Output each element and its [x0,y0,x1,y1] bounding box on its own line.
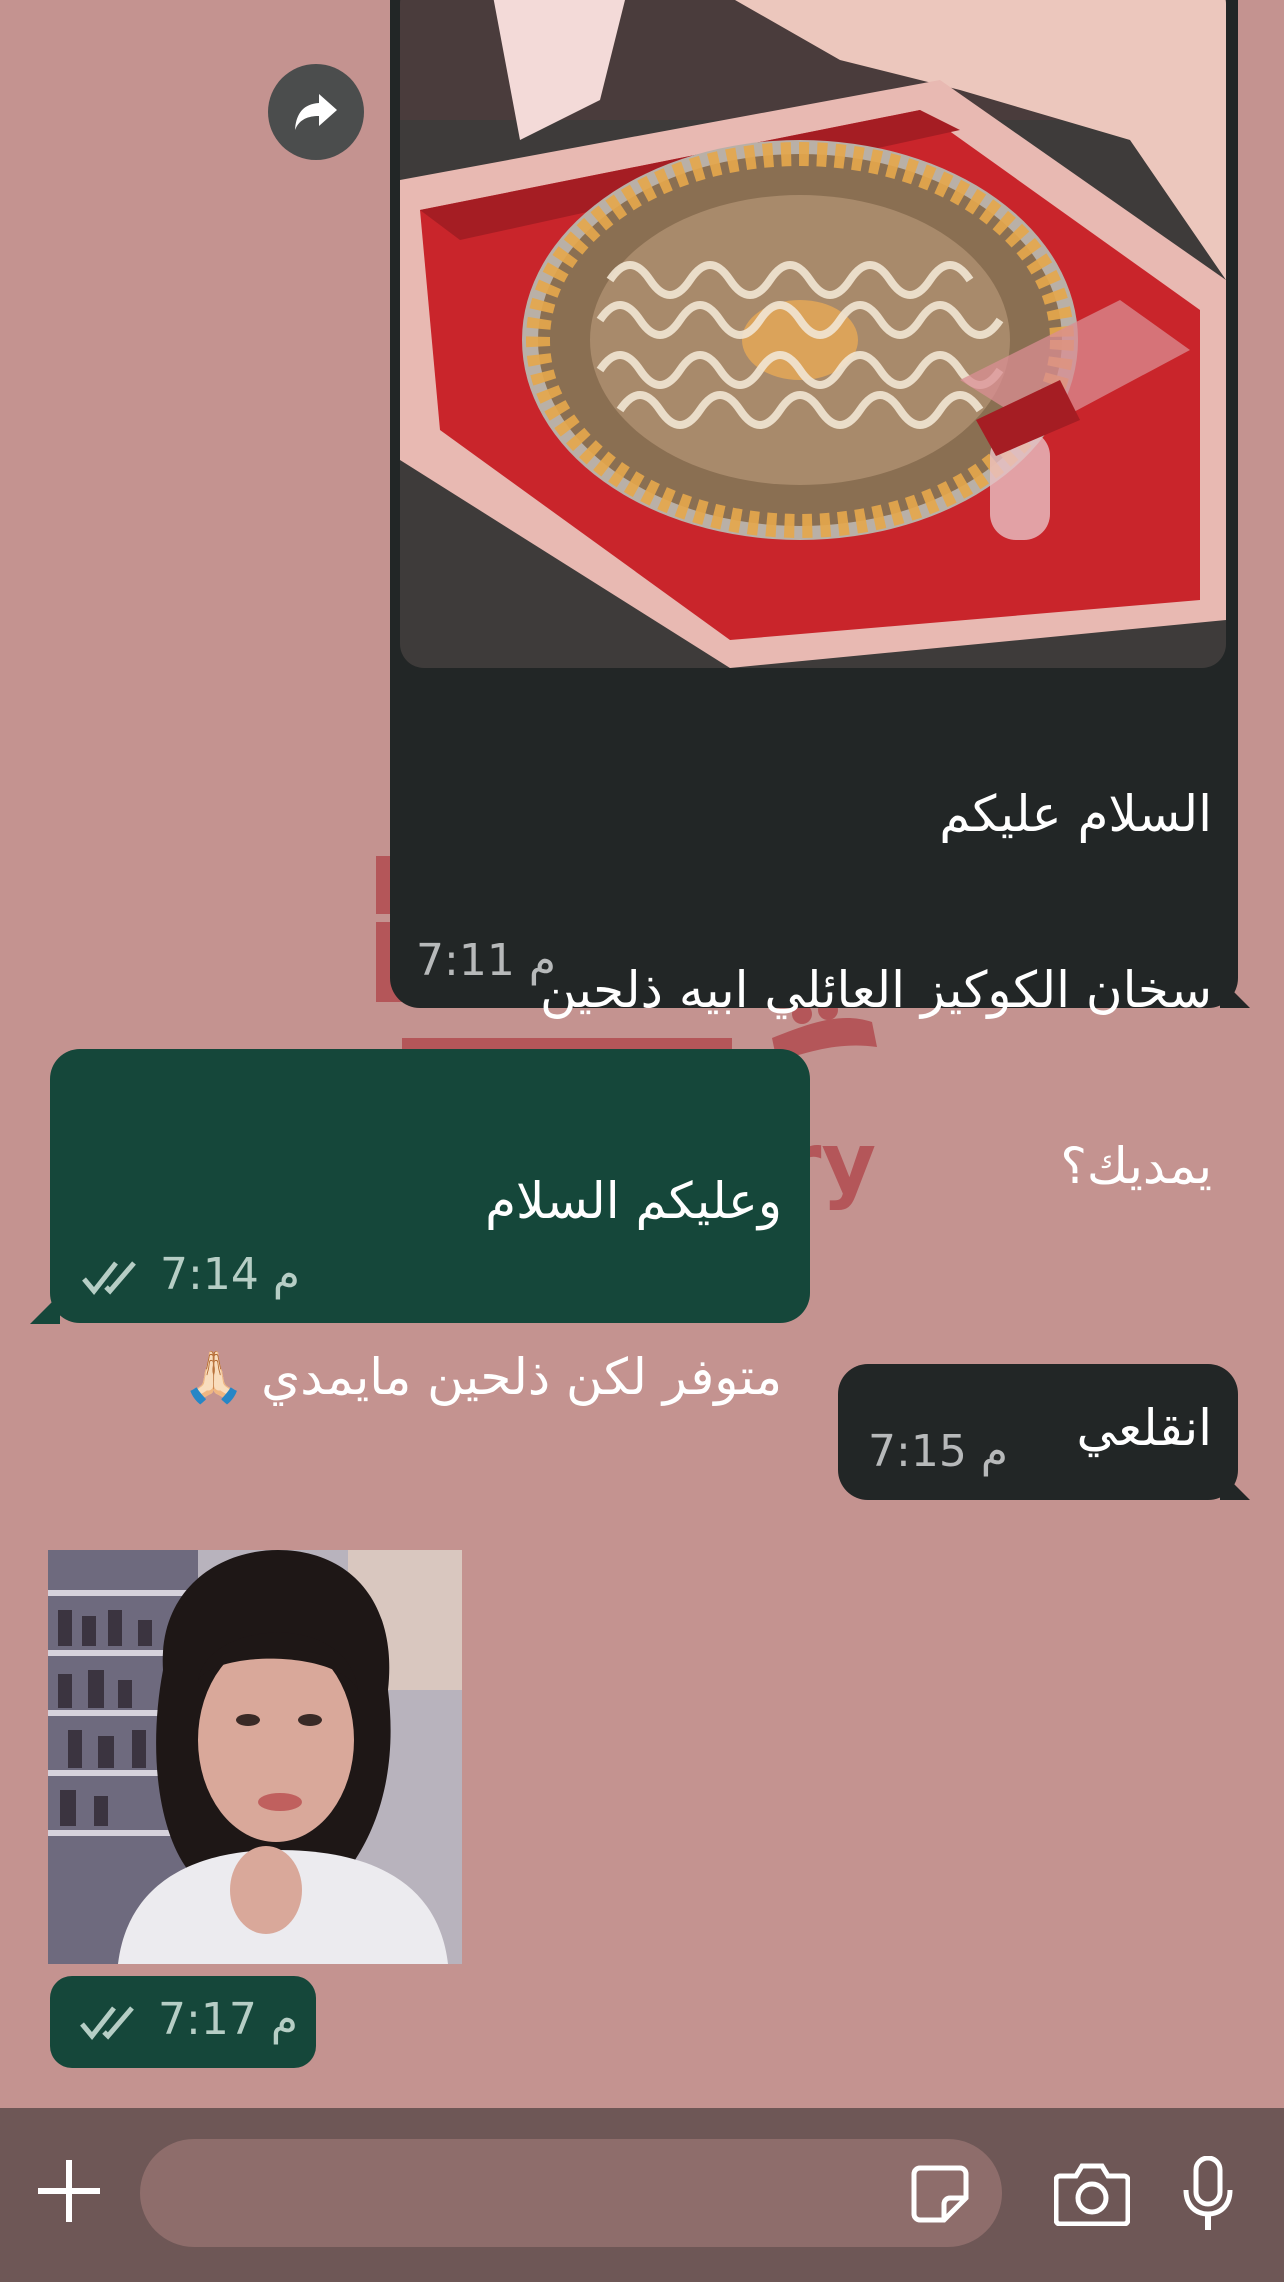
microphone-icon[interactable] [1182,2156,1234,2232]
message-timestamp: 7:14 م [82,1249,300,1300]
double-check-icon [82,1261,136,1295]
message-photo[interactable] [400,0,1226,668]
outgoing-bubble-tail [30,1294,60,1324]
camera-icon[interactable] [1054,2160,1130,2226]
message-timestamp: 7:15 م [868,1426,1009,1477]
woman-reaction-sticker [48,1550,462,1964]
sticker-image[interactable] [48,1550,462,1964]
message-line: السلام عليكم [939,785,1212,843]
incoming-message-bubble[interactable]: انقلعي 7:15 م [838,1364,1238,1500]
message-timestamp: 7:17 م [80,1994,298,2045]
double-check-icon [80,2006,134,2040]
incoming-message-bubble[interactable]: السلام عليكم سخان الكوكيز العائلي ابيه ذ… [390,0,1238,1195]
forward-arrow-icon [295,94,337,130]
outgoing-sticker-timestamp-bubble: 7:17 م [50,1976,316,2068]
sticker-icon[interactable] [910,2164,970,2224]
dessert-tray-photo [400,0,1226,668]
timestamp-text: 7:17 م [158,1994,299,2045]
incoming-bubble-tail [1220,1470,1250,1500]
incoming-bubble-tail [1220,978,1250,1008]
outgoing-message-bubble[interactable]: وعليكم السلام متوفر لكن ذلحين مايمدي 🙏🏻 … [50,1049,810,1406]
message-input[interactable] [140,2139,1002,2247]
message-line: متوفر لكن ذلحين مايمدي 🙏🏻 [182,1348,782,1406]
chat-area[interactable]: ry السلام عليكم سخان الكوكيز العائلي ابي… [0,0,1284,2108]
timestamp-text: 7:14 م [160,1249,301,1300]
plus-icon[interactable] [36,2158,102,2224]
message-timestamp: 7:11 م [416,935,557,986]
message-line: وعليكم السلام [485,1172,782,1230]
forward-button[interactable] [268,64,364,160]
